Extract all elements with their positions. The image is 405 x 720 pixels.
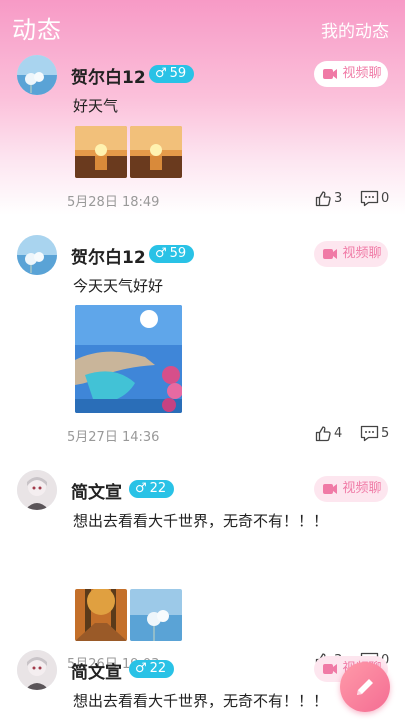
comment-button[interactable]: 5: [360, 425, 389, 442]
avatar[interactable]: [17, 650, 57, 690]
post-image[interactable]: [130, 126, 182, 178]
post-image[interactable]: [130, 589, 182, 641]
feed-post: 贺尔白12 ♂ 59 视频聊 今天天气好好 5月27日 14:36 4 5: [0, 228, 405, 458]
post-timestamp: 5月27日 14:36: [67, 430, 160, 445]
age-value: 59: [169, 246, 187, 261]
male-icon: ♂: [155, 246, 167, 261]
post-timestamp: 5月28日 18:49: [67, 195, 160, 210]
thumbs-up-icon: [315, 191, 331, 207]
post-image[interactable]: [75, 305, 182, 413]
username[interactable]: 贺尔白12: [71, 243, 146, 268]
comment-button[interactable]: 0: [360, 190, 389, 207]
video-camera-icon: [323, 249, 337, 259]
post-content: 今天天气好好: [73, 277, 164, 295]
comment-count: 5: [381, 426, 390, 441]
post-image[interactable]: [75, 589, 127, 641]
avatar[interactable]: [17, 470, 57, 510]
gender-age-badge: ♂ 59: [149, 65, 195, 83]
video-chat-label: 视频聊: [342, 246, 382, 261]
comment-count: 0: [381, 191, 390, 206]
compose-post-button[interactable]: [340, 662, 390, 712]
video-chat-button[interactable]: 视频聊: [314, 61, 388, 87]
page-title: 动态: [12, 16, 62, 44]
video-camera-icon: [323, 484, 337, 494]
username[interactable]: 简文宣: [71, 478, 122, 503]
gender-age-badge: ♂ 59: [149, 245, 195, 263]
post-image[interactable]: [75, 126, 127, 178]
app-header: 动态 我的动态: [0, 0, 405, 56]
like-button[interactable]: 3: [315, 190, 342, 207]
pencil-icon: [357, 679, 373, 695]
video-chat-button[interactable]: 视频聊: [314, 476, 388, 502]
post-content: 想出去看看大千世界，无奇不有！！！: [73, 692, 329, 710]
like-button[interactable]: 4: [315, 425, 342, 442]
username[interactable]: 贺尔白12: [71, 63, 146, 88]
video-chat-label: 视频聊: [342, 481, 382, 496]
avatar[interactable]: [17, 55, 57, 95]
comment-icon: [360, 425, 379, 442]
age-value: 59: [169, 66, 187, 81]
age-value: 22: [149, 661, 167, 676]
thumbs-up-icon: [315, 426, 331, 442]
age-value: 22: [149, 481, 167, 496]
video-camera-icon: [323, 69, 337, 79]
male-icon: ♂: [155, 66, 167, 81]
post-content: 想出去看看大千世界，无奇不有！！！: [73, 512, 329, 530]
video-chat-button[interactable]: 视频聊: [314, 241, 388, 267]
gender-age-badge: ♂ 22: [129, 480, 175, 498]
post-content: 好天气: [73, 97, 119, 115]
video-camera-icon: [323, 664, 337, 674]
gender-age-badge: ♂ 22: [129, 660, 175, 678]
username[interactable]: 简文宣: [71, 658, 122, 683]
like-count: 3: [334, 191, 343, 206]
like-count: 4: [334, 426, 343, 441]
feed-post: 贺尔白12 ♂ 59 视频聊 好天气 5月28日 18:49 3 0: [0, 48, 405, 218]
male-icon: ♂: [135, 481, 147, 496]
comment-icon: [360, 190, 379, 207]
video-chat-label: 视频聊: [342, 66, 382, 81]
feed-post: 简文宣 ♂ 22 视频聊 想出去看看大千世界，无奇不有！！！ 5月26日 19:0…: [0, 463, 405, 672]
avatar[interactable]: [17, 235, 57, 275]
male-icon: ♂: [135, 661, 147, 676]
my-dynamics-link[interactable]: 我的动态: [321, 17, 389, 42]
